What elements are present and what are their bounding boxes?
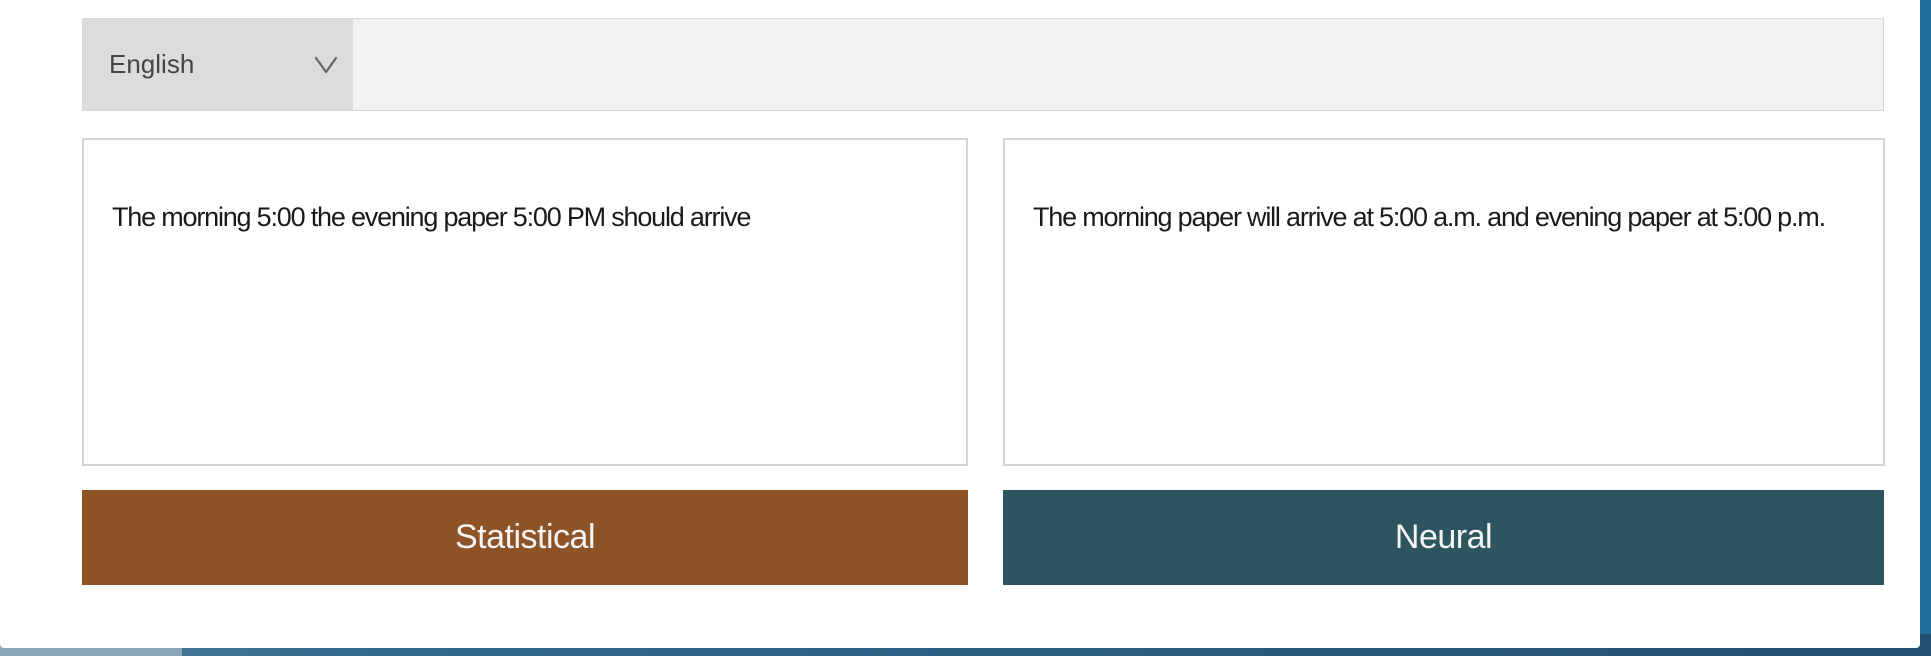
statistical-output-text: The morning 5:00 the evening paper 5:00 … — [112, 202, 751, 232]
statistical-button[interactable]: Statistical — [82, 490, 968, 585]
neural-output-box: The morning paper will arrive at 5:00 a.… — [1003, 138, 1885, 466]
chevron-down-icon — [314, 56, 338, 73]
language-dropdown-value: English — [109, 49, 195, 79]
statistical-output-box: The morning 5:00 the evening paper 5:00 … — [82, 138, 968, 466]
translator-panel: English The morning 5:00 the evening pap… — [0, 0, 1920, 648]
language-bar: English — [82, 18, 1884, 111]
neural-output-text: The morning paper will arrive at 5:00 a.… — [1033, 202, 1826, 232]
language-dropdown[interactable]: English — [83, 19, 353, 110]
neural-button[interactable]: Neural — [1003, 490, 1884, 585]
